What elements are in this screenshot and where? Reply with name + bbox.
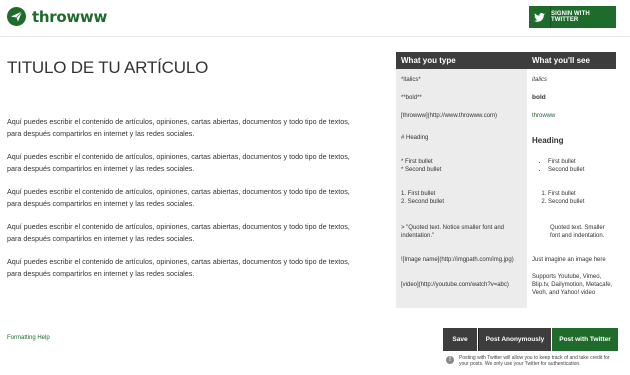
numbered-item: First bullet xyxy=(548,190,614,198)
col-what-you-type: What you type xyxy=(401,56,456,65)
numbered-syntax: 1. First bullet 2. Second bullet xyxy=(401,190,524,206)
image-syntax: ![Image name](http://imgpath.com/img.jpg… xyxy=(401,257,514,263)
save-button[interactable]: Save xyxy=(443,328,477,351)
video-preview: Supports Youtube, Vimeo, Blip.tv, Dailym… xyxy=(532,274,613,296)
quote-preview: Quoted text. Smaller font and indentatio… xyxy=(550,225,605,239)
formatting-help-link[interactable]: Formatting Help xyxy=(7,335,50,341)
paragraph: Aquí puedes escribir el contenido de art… xyxy=(7,257,350,278)
italics-preview: italics xyxy=(532,77,548,83)
numbered-syntax-line: 1. First bullet xyxy=(401,191,436,197)
bold-syntax: **bold** xyxy=(401,95,422,101)
formatting-guide-header: What you type What you'll see xyxy=(396,52,616,69)
twitter-bird-icon xyxy=(529,6,551,28)
post-anonymously-button[interactable]: Post Anonymously xyxy=(478,328,551,351)
formatting-guide: What you type What you'll see *italics* … xyxy=(396,52,616,308)
bullet-item: First bullet xyxy=(548,158,614,166)
heading-syntax: # Heading xyxy=(401,135,429,141)
paragraph: Aquí puedes escribir el contenido de art… xyxy=(7,152,350,173)
logo[interactable]: throwww xyxy=(7,7,107,26)
post-with-twitter-button[interactable]: Post with Twitter xyxy=(552,328,618,351)
bullets-preview: First bullet Second bullet xyxy=(532,158,614,174)
paragraph: Aquí puedes escribir el contenido de art… xyxy=(7,222,350,243)
twitter-note-text: Posting with Twitter will allow you to k… xyxy=(459,355,610,367)
info-icon: ! xyxy=(446,356,454,364)
paragraph: Aquí puedes escribir el contenido de art… xyxy=(7,187,350,208)
link-preview: throwww xyxy=(532,113,556,119)
bullets-syntax: * First bullet * Second bullet xyxy=(401,158,524,174)
signin-label: SIGNIN WITH TWITTER xyxy=(551,6,616,28)
twitter-note: ! Posting with Twitter will allow you to… xyxy=(446,355,619,367)
bullet-item: Second bullet xyxy=(548,166,614,174)
italics-syntax: *italics* xyxy=(401,77,421,83)
bold-preview: bold xyxy=(532,94,546,101)
bullet-syntax-line: * Second bullet xyxy=(401,167,442,173)
numbered-item: Second bullet xyxy=(548,198,614,206)
col-what-you-see: What you'll see xyxy=(532,56,590,65)
quote-syntax: > "Quoted text. Notice smaller font and … xyxy=(401,225,505,239)
paragraph: Aquí puedes escribir el contenido de art… xyxy=(7,117,350,138)
bullet-syntax-line: * First bullet xyxy=(401,159,433,165)
header-divider xyxy=(0,36,630,37)
video-syntax: [video](http://youtube.com/watch?v=abc) xyxy=(401,282,509,288)
logo-text: throwww xyxy=(32,7,108,26)
heading-preview: Heading xyxy=(532,136,564,145)
link-syntax: [throwww](http://www.throwww.com) xyxy=(401,113,498,119)
signin-twitter-button[interactable]: SIGNIN WITH TWITTER xyxy=(529,6,616,28)
image-preview: Just imagine an image here xyxy=(532,257,606,263)
paper-plane-icon xyxy=(7,7,26,26)
numbered-syntax-line: 2. Second bullet xyxy=(401,199,445,205)
article-title-input[interactable]: TITULO DE TU ARTÍCULO xyxy=(7,58,208,78)
numbered-preview: First bullet Second bullet xyxy=(532,190,614,206)
